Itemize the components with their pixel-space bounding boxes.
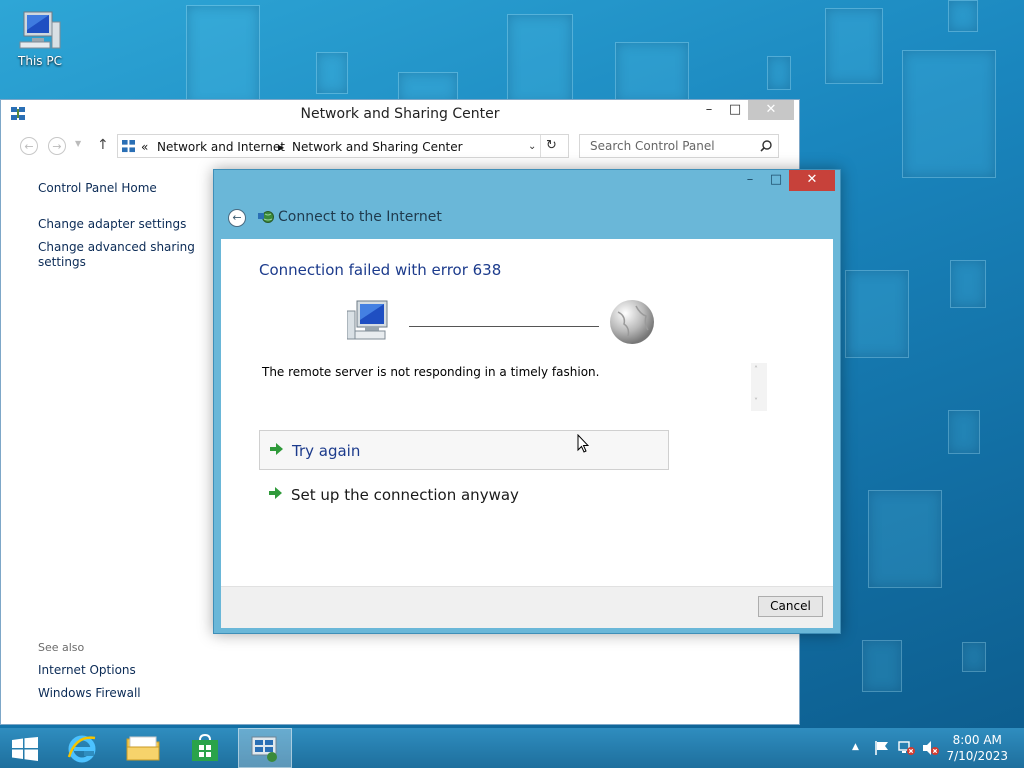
sidebar-link-windows-firewall[interactable]: Windows Firewall bbox=[38, 686, 141, 700]
breadcrumb-overflow[interactable]: « bbox=[141, 140, 148, 154]
control-panel-icon bbox=[122, 140, 135, 153]
bg-square bbox=[507, 14, 573, 106]
green-arrow-icon bbox=[269, 487, 282, 499]
taskbar-file-explorer[interactable] bbox=[116, 728, 170, 768]
sidebar-link-change-adapter-settings[interactable]: Change adapter settings bbox=[38, 217, 186, 231]
see-also-label: See also bbox=[38, 641, 85, 654]
internet-explorer-icon bbox=[67, 735, 96, 763]
error-message: The remote server is not responding in a… bbox=[262, 365, 600, 379]
clock[interactable]: 8:00 AM 7/10/2023 bbox=[946, 732, 1008, 764]
try-again-label: Try again bbox=[292, 442, 361, 460]
taskbar-control-panel[interactable] bbox=[238, 728, 292, 768]
search-icon[interactable] bbox=[760, 140, 772, 152]
bg-square bbox=[948, 0, 978, 32]
dialog-footer: Cancel bbox=[221, 586, 833, 628]
desktop-icon-this-pc[interactable]: This PC bbox=[12, 8, 68, 68]
dialog-title: Connect to the Internet bbox=[278, 209, 442, 225]
try-again-option[interactable]: Try again bbox=[259, 430, 669, 470]
dialog-maximize-button[interactable]: □ bbox=[762, 170, 790, 190]
start-button[interactable] bbox=[0, 728, 54, 768]
bg-square bbox=[868, 490, 942, 588]
breadcrumb-network-and-sharing-center[interactable]: Network and Sharing Center bbox=[292, 140, 463, 154]
refresh-icon[interactable]: ↻ bbox=[546, 138, 557, 153]
computer-icon bbox=[19, 11, 61, 49]
dialog-close-button[interactable]: ✕ bbox=[789, 170, 835, 191]
folder-icon bbox=[126, 736, 160, 761]
scroll-up-icon[interactable]: ˄ bbox=[754, 365, 758, 374]
bg-square bbox=[862, 640, 902, 692]
control-panel-network-icon bbox=[251, 736, 277, 762]
dialog-header: ← Connect to the Internet bbox=[222, 206, 832, 238]
bg-square bbox=[186, 5, 260, 107]
search-input[interactable] bbox=[588, 138, 752, 154]
store-icon bbox=[192, 734, 218, 761]
bg-square bbox=[950, 260, 986, 308]
set-up-anyway-option[interactable]: Set up the connection anyway bbox=[259, 475, 669, 515]
up-arrow-icon[interactable]: ↑ bbox=[97, 137, 109, 153]
scroll-down-icon[interactable]: ˅ bbox=[754, 397, 758, 406]
bg-square bbox=[948, 410, 980, 454]
network-globe-icon bbox=[258, 211, 274, 223]
back-button[interactable]: ← bbox=[20, 137, 38, 155]
mouse-cursor-icon bbox=[577, 434, 589, 453]
error-heading: Connection failed with error 638 bbox=[259, 261, 502, 279]
sidebar-link-control-panel-home[interactable]: Control Panel Home bbox=[38, 181, 157, 195]
dialog-minimize-button[interactable]: – bbox=[736, 170, 764, 190]
desktop-icon-label: This PC bbox=[18, 54, 62, 68]
bg-square bbox=[962, 642, 986, 672]
bg-square bbox=[902, 50, 996, 178]
close-button[interactable]: ✕ bbox=[748, 100, 794, 120]
bg-square bbox=[845, 270, 909, 358]
bg-square bbox=[316, 52, 348, 94]
green-arrow-icon bbox=[270, 443, 283, 455]
address-dropdown-icon[interactable]: ⌄ bbox=[528, 141, 536, 152]
dialog-back-button[interactable]: ← bbox=[228, 209, 246, 227]
taskbar-internet-explorer[interactable] bbox=[54, 728, 108, 768]
windows-logo-icon bbox=[12, 737, 38, 761]
connection-line bbox=[409, 326, 599, 327]
cancel-button[interactable]: Cancel bbox=[758, 596, 823, 617]
breadcrumb-network-and-internet[interactable]: Network and Internet bbox=[157, 140, 285, 154]
search-box bbox=[579, 134, 779, 158]
action-center-flag-icon[interactable] bbox=[874, 740, 890, 756]
network-status-icon[interactable] bbox=[898, 740, 916, 756]
connect-dialog: – □ ✕ ← Connect to the Internet Connecti… bbox=[213, 169, 841, 634]
sidebar-link-internet-options[interactable]: Internet Options bbox=[38, 663, 136, 677]
globe-icon bbox=[610, 300, 654, 344]
window-title: Network and Sharing Center bbox=[300, 106, 500, 122]
address-bar[interactable]: « Network and Internet ▶ Network and Sha… bbox=[117, 134, 569, 158]
title-bar: Network and Sharing Center – □ ✕ bbox=[1, 100, 799, 128]
message-scrollbar[interactable]: ˄ ˅ bbox=[751, 363, 767, 411]
taskbar: ▲ 8:00 AM 7/10/2023 bbox=[0, 728, 1024, 768]
bg-square bbox=[767, 56, 791, 90]
recent-pages-chevron-icon[interactable]: ▼ bbox=[75, 139, 81, 148]
maximize-button[interactable]: □ bbox=[721, 100, 749, 120]
breadcrumb-separator-icon: ▶ bbox=[278, 143, 285, 152]
clock-time: 8:00 AM bbox=[952, 733, 1002, 747]
minimize-button[interactable]: – bbox=[695, 100, 723, 120]
address-toolbar: ← → ▼ ↑ « Network and Internet ▶ Network… bbox=[1, 130, 799, 162]
clock-date: 7/10/2023 bbox=[946, 749, 1008, 763]
forward-button[interactable]: → bbox=[48, 137, 66, 155]
bg-square bbox=[825, 8, 883, 84]
set-up-anyway-label: Set up the connection anyway bbox=[291, 486, 519, 504]
taskbar-store[interactable] bbox=[178, 728, 232, 768]
dialog-body: Connection failed with error 638 The rem… bbox=[221, 239, 833, 586]
show-hidden-icons-icon[interactable]: ▲ bbox=[852, 742, 859, 752]
bg-square bbox=[615, 42, 689, 104]
volume-muted-icon[interactable] bbox=[922, 740, 940, 756]
sidebar-link-change-advanced-sharing-settings[interactable]: Change advanced sharing settings bbox=[38, 240, 198, 270]
computer-icon bbox=[347, 300, 388, 340]
divider bbox=[540, 135, 541, 157]
